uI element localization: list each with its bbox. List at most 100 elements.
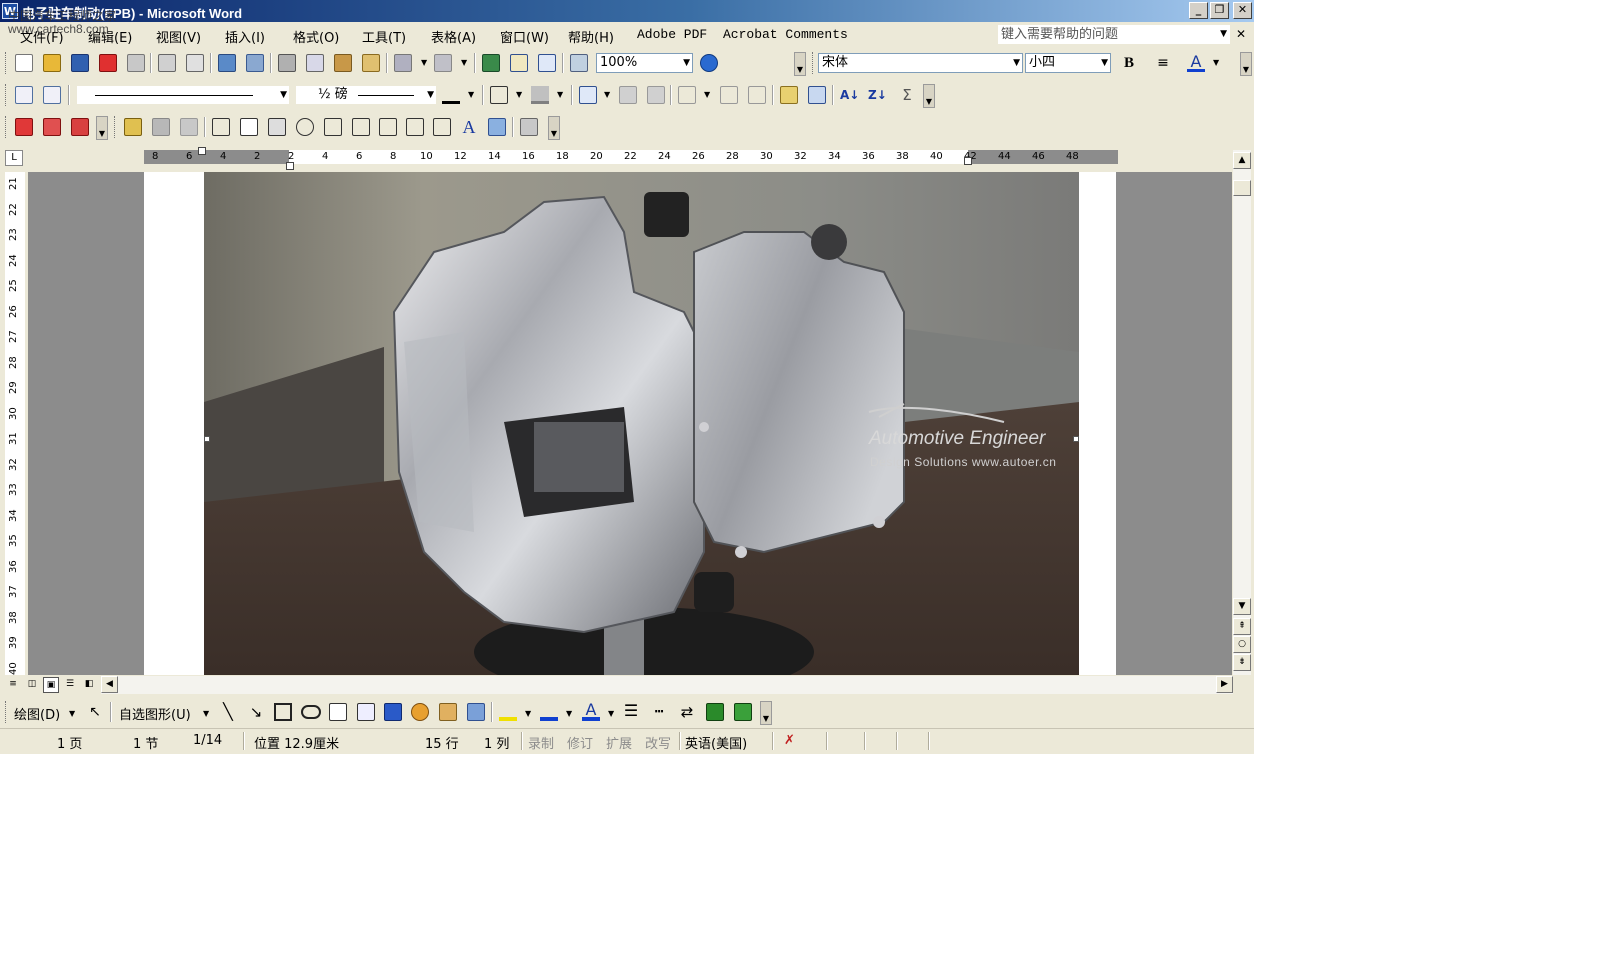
font-color-button[interactable]: A: [1187, 54, 1205, 72]
pdf-email-icon[interactable]: [43, 118, 61, 136]
research-icon[interactable]: [246, 54, 264, 72]
copy-icon[interactable]: [306, 54, 324, 72]
menu-tools[interactable]: 工具(T): [362, 27, 406, 46]
clip-art-icon[interactable]: [439, 703, 457, 721]
drawing-font-color-button[interactable]: A: [582, 702, 600, 721]
toolbar-grip[interactable]: [114, 116, 118, 138]
image-control-icon[interactable]: [488, 118, 506, 136]
print-preview-icon[interactable]: [186, 54, 204, 72]
embedded-photo[interactable]: Automotive Engineer Design Solutions www…: [204, 172, 1079, 675]
autoshapes-dropdown-icon[interactable]: ▼: [203, 709, 209, 718]
menu-insert[interactable]: 插入(I): [225, 27, 265, 46]
menu-format[interactable]: 格式(O): [293, 27, 339, 46]
save-icon[interactable]: [71, 54, 89, 72]
tables-borders-icon[interactable]: [510, 54, 528, 72]
sort-descending-button[interactable]: Z↓: [868, 86, 887, 104]
menu-acrobat-comments[interactable]: Acrobat Comments: [723, 27, 848, 42]
tab-selector-button[interactable]: L: [5, 150, 23, 166]
vertical-ruler[interactable]: 21 22 23 24 25 26 27 28 29 30 31 32 33 34 35 36 37 38 39 40: [5, 172, 25, 675]
textbox-field-icon[interactable]: [240, 118, 258, 136]
align-center-icon[interactable]: ≡: [1154, 54, 1172, 72]
status-track-changes[interactable]: 修订: [567, 733, 593, 752]
vertical-scrollbar[interactable]: ▲ ▼ ⇞ ○ ⇟: [1233, 150, 1251, 675]
font-color-dropdown-icon[interactable]: ▼: [1213, 58, 1219, 67]
redo-dropdown-icon[interactable]: ▼: [461, 58, 467, 67]
first-line-indent-marker[interactable]: [198, 147, 206, 155]
zoom-select[interactable]: 100% ▼: [596, 53, 693, 73]
oval-tool-icon[interactable]: [301, 705, 321, 719]
border-color-icon[interactable]: [442, 86, 460, 104]
spelling-check-icon[interactable]: ✗: [784, 733, 795, 748]
spin-button-icon[interactable]: [406, 118, 424, 136]
toolbar-grip[interactable]: [5, 52, 9, 74]
distribute-rows-icon[interactable]: [720, 86, 738, 104]
scroll-thumb[interactable]: [1233, 180, 1251, 196]
vertical-text-box-icon[interactable]: [357, 703, 375, 721]
line-style-icon[interactable]: ☰: [622, 703, 640, 721]
insert-picture-icon[interactable]: [467, 703, 485, 721]
toolbar-options-icon[interactable]: ▼: [760, 701, 772, 725]
menu-help[interactable]: 帮助(H): [568, 27, 614, 46]
new-document-icon[interactable]: [15, 54, 33, 72]
insert-table-icon[interactable]: [579, 86, 597, 104]
arrow-tool-icon[interactable]: ↘: [247, 703, 265, 721]
previous-page-button[interactable]: ⇞: [1233, 618, 1251, 635]
scroll-left-button[interactable]: ◀: [101, 676, 118, 693]
fill-color-icon[interactable]: [499, 703, 517, 721]
eraser-icon[interactable]: [43, 86, 61, 104]
menu-window[interactable]: 窗口(W): [500, 27, 549, 46]
select-objects-icon[interactable]: ↖: [86, 703, 104, 721]
menu-adobe-pdf[interactable]: Adobe PDF: [637, 27, 707, 42]
minimize-button[interactable]: _: [1189, 2, 1208, 19]
merge-cells-icon[interactable]: [619, 86, 637, 104]
status-extend-selection[interactable]: 扩展: [606, 733, 632, 752]
pdf-review-icon[interactable]: [71, 118, 89, 136]
line-weight-select[interactable]: ½ 磅 ▼: [295, 85, 437, 105]
insert-table-icon[interactable]: [538, 54, 556, 72]
autosum-button[interactable]: Σ: [898, 86, 916, 104]
print-icon[interactable]: [158, 54, 176, 72]
scroll-right-button[interactable]: ▶: [1216, 676, 1233, 693]
chevron-down-icon[interactable]: ▼: [427, 86, 434, 104]
menu-view[interactable]: 视图(V): [156, 27, 201, 46]
toolbar-options-icon[interactable]: ▼: [1240, 52, 1252, 76]
line-style-select[interactable]: ▼: [76, 85, 290, 105]
listbox-field-icon[interactable]: [324, 118, 342, 136]
document-page[interactable]: Automotive Engineer Design Solutions www…: [144, 172, 1116, 675]
border-dropdown-icon[interactable]: ▼: [516, 90, 522, 99]
align-cell-icon[interactable]: [678, 86, 696, 104]
draw-table-icon[interactable]: [15, 86, 33, 104]
3d-style-icon[interactable]: [734, 703, 752, 721]
hyperlink-icon[interactable]: [482, 54, 500, 72]
resize-handle-right[interactable]: [1073, 436, 1079, 442]
option-button-icon[interactable]: [296, 118, 314, 136]
toolbar-options-icon[interactable]: ▼: [794, 52, 806, 76]
format-painter-icon[interactable]: [362, 54, 380, 72]
chevron-down-icon[interactable]: ▼: [683, 54, 690, 72]
combobox-field-icon[interactable]: [352, 118, 370, 136]
cut-icon[interactable]: [278, 54, 296, 72]
undo-icon[interactable]: [394, 54, 412, 72]
toolbar-grip[interactable]: [812, 52, 816, 74]
table-autoformat-icon[interactable]: [780, 86, 798, 104]
undo-dropdown-icon[interactable]: ▼: [421, 58, 427, 67]
permission-icon[interactable]: [99, 54, 117, 72]
border-color-dropdown-icon[interactable]: ▼: [468, 90, 474, 99]
chevron-down-icon[interactable]: ▼: [1101, 54, 1108, 72]
draw-menu-button[interactable]: 绘图(D): [14, 704, 60, 723]
status-overtype[interactable]: 改写: [645, 733, 671, 752]
fill-color-dropdown-icon[interactable]: ▼: [525, 709, 531, 718]
outside-border-icon[interactable]: [490, 86, 508, 104]
outline-view-icon[interactable]: ☰: [62, 677, 78, 693]
text-box-tool-icon[interactable]: [329, 703, 347, 721]
close-button[interactable]: ✕: [1233, 2, 1252, 19]
diagram-icon[interactable]: [411, 703, 429, 721]
redo-icon[interactable]: [434, 54, 452, 72]
normal-view-icon[interactable]: ≡: [5, 677, 21, 693]
toolbar-options-icon[interactable]: ▼: [96, 116, 108, 140]
align-cell-dropdown-icon[interactable]: ▼: [704, 90, 710, 99]
status-record-macro[interactable]: 录制: [528, 733, 554, 752]
font-color-dropdown-icon[interactable]: ▼: [608, 709, 614, 718]
next-page-button[interactable]: ⇟: [1233, 654, 1251, 671]
show-comments-icon[interactable]: [152, 118, 170, 136]
